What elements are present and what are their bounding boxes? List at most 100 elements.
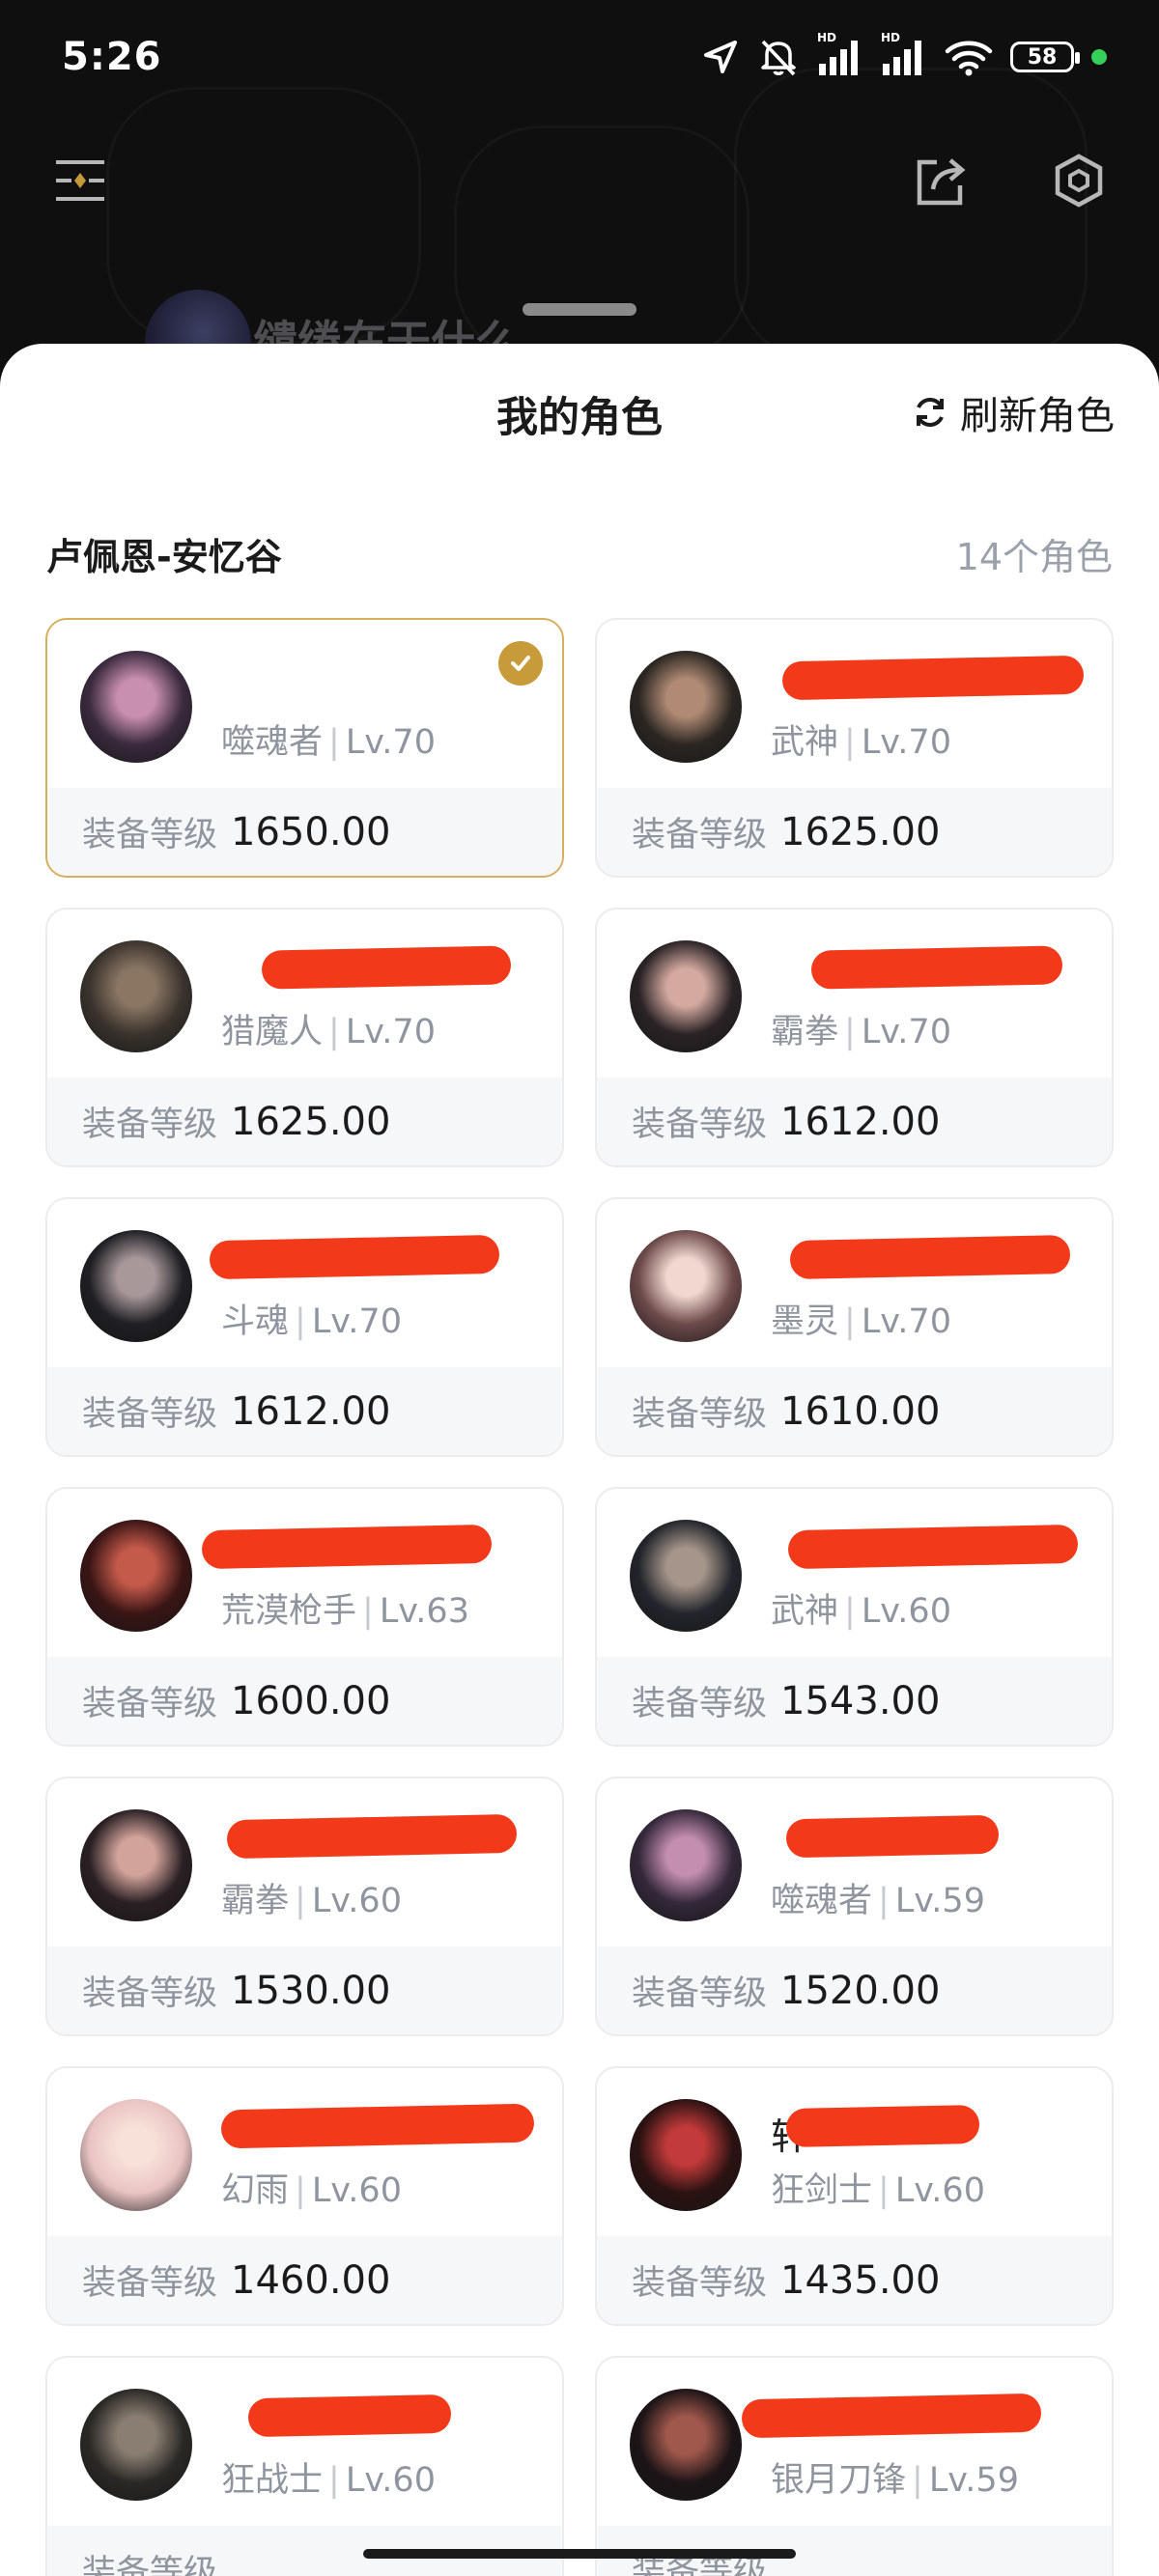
character-card[interactable]: 荒漠枪手 | Lv.63 装备等级 1600.00 (45, 1487, 564, 1747)
gear-score-row: 装备等级 1612.00 (47, 1367, 562, 1455)
character-info: 幻雨 | Lv.60 (47, 2068, 562, 2240)
gear-score-label: 装备等级 (82, 2264, 218, 2303)
character-class-level: 猎魔人 | Lv.70 (221, 1004, 436, 1053)
gear-score-label: 装备等级 (632, 2264, 768, 2303)
character-class: 幻雨 (221, 2171, 290, 2210)
character-info: 斗魂 | Lv.70 (47, 1199, 562, 1371)
gear-score-label: 装备等级 (632, 816, 768, 854)
character-class: 斗魂 (221, 1302, 290, 1341)
separator: | (878, 2171, 890, 2210)
share-icon[interactable] (914, 153, 970, 209)
character-class-level: 荒漠枪手 | Lv.63 (221, 1583, 469, 1633)
character-avatar (630, 1809, 742, 1921)
character-card[interactable]: 武神 | Lv.70 装备等级 1625.00 (595, 618, 1114, 878)
character-class-level: 斗魂 | Lv.70 (221, 1294, 402, 1343)
separator: | (912, 2461, 923, 2500)
separator: | (844, 1592, 856, 1631)
refresh-label: 刷新角色 (960, 394, 1115, 438)
character-level: Lv.59 (894, 1882, 985, 1920)
character-info: 猎魔人 | Lv.70 (47, 910, 562, 1081)
name-redaction-mark (261, 945, 512, 990)
character-avatar (630, 1230, 742, 1342)
character-class-level: 狂剑士 | Lv.60 (771, 2163, 985, 2212)
gear-score-label: 装备等级 (82, 1106, 218, 1144)
character-card[interactable]: 噬魂者 | Lv.59 装备等级 1520.00 (595, 1777, 1114, 2036)
character-level: Lv.70 (861, 1302, 951, 1341)
server-name: 卢佩恩-安忆谷 (46, 536, 282, 578)
refresh-icon (917, 398, 944, 427)
name-redaction-mark (785, 2104, 980, 2148)
separator: | (844, 1302, 856, 1341)
character-card[interactable]: 武神 | Lv.60 装备等级 1543.00 (595, 1487, 1114, 1747)
character-card[interactable]: 猎魔人 | Lv.70 装备等级 1625.00 (45, 908, 564, 1167)
character-card[interactable]: 幻雨 | Lv.60 装备等级 1460.00 (45, 2066, 564, 2326)
gear-score-row: 装备等级 1520.00 (597, 1946, 1112, 2034)
gear-score-row: 装备等级 1612.00 (597, 1078, 1112, 1165)
status-time: 5:26 (62, 35, 162, 79)
character-card[interactable]: 墨灵 | Lv.70 装备等级 1610.00 (595, 1197, 1114, 1457)
character-level: Lv.70 (861, 723, 951, 762)
character-card[interactable]: 霸拳 | Lv.60 装备等级 1530.00 (45, 1777, 564, 2036)
gear-score-value: 1530.00 (231, 1968, 391, 2013)
hexagon-settings-icon[interactable] (1051, 153, 1107, 209)
character-level: Lv.60 (311, 1882, 402, 1920)
character-class: 猎魔人 (221, 1013, 324, 1051)
character-info: 荒漠枪手 | Lv.63 (47, 1489, 562, 1661)
character-level: Lv.60 (345, 2461, 436, 2500)
gear-score-label: 装备等级 (632, 1974, 768, 2013)
character-avatar (80, 651, 192, 763)
character-class-level: 武神 | Lv.60 (771, 1583, 951, 1633)
gear-score-value: 1612.00 (231, 1388, 391, 1434)
character-class-level: 噬魂者 | Lv.70 (221, 714, 436, 764)
gear-score-value: 1610.00 (780, 1388, 941, 1434)
name-redaction-mark (741, 2393, 1042, 2439)
gear-score-label: 装备等级 (82, 1974, 218, 2013)
gear-score-value: 1600.00 (231, 1678, 391, 1723)
separator: | (878, 1882, 890, 1920)
character-class-level: 银月刀锋 | Lv.59 (771, 2452, 1019, 2502)
sheet-drag-handle[interactable] (523, 303, 636, 316)
refresh-characters-button[interactable]: 刷新角色 (912, 384, 1115, 440)
character-class: 墨灵 (771, 1302, 839, 1341)
gear-score-value: 1435.00 (780, 2257, 941, 2303)
character-avatar (80, 1809, 192, 1921)
character-class: 噬魂者 (221, 723, 324, 762)
gear-score-row: 装备等级 1625.00 (597, 788, 1112, 876)
gear-score-label: 装备等级 (632, 1685, 768, 1723)
character-info: 噬魂者 | Lv.70 (47, 620, 562, 792)
privacy-indicator-dot (1091, 49, 1107, 65)
name-redaction-mark (226, 1813, 518, 1860)
status-icons: HD HD 58 (701, 31, 1107, 81)
character-avatar (80, 940, 192, 1052)
character-info: 狂战士 | Lv.60 (47, 2358, 562, 2530)
character-class-level: 霸拳 | Lv.70 (771, 1004, 951, 1053)
gear-score-row: 装备等级 1460.00 (47, 2236, 562, 2324)
gear-score-value: 1625.00 (231, 1099, 391, 1144)
character-card[interactable]: 斗魂 | Lv.70 装备等级 1612.00 (45, 1197, 564, 1457)
menu-icon[interactable] (54, 158, 106, 203)
character-card[interactable]: 轩狂剑士|Lv.60 装备等级 1435.00 (595, 2066, 1114, 2326)
name-redaction-mark (220, 2103, 535, 2149)
character-card[interactable]: 银月刀锋 | Lv.59 装备等级 (595, 2356, 1114, 2576)
character-class-level: 霸拳 | Lv.60 (221, 1873, 402, 1922)
gear-score-row: 装备等级 1600.00 (47, 1657, 562, 1745)
gear-score-value: 1460.00 (231, 2257, 391, 2303)
character-card[interactable]: 霸拳 | Lv.70 装备等级 1612.00 (595, 908, 1114, 1167)
character-level: Lv.70 (311, 1302, 402, 1341)
separator: | (295, 2171, 306, 2210)
character-level: Lv.59 (928, 2461, 1019, 2500)
signal-icon: HD (817, 31, 863, 77)
gear-score-row: 装备等级 1610.00 (597, 1367, 1112, 1455)
selected-check-icon (498, 641, 543, 686)
gear-score-value: 1520.00 (780, 1968, 941, 2013)
name-redaction-mark (785, 1814, 1000, 1859)
character-info: 银月刀锋 | Lv.59 (597, 2358, 1112, 2530)
gear-score-label: 装备等级 (82, 1395, 218, 1434)
character-level: Lv.70 (345, 1013, 436, 1051)
character-card[interactable]: 狂战士 | Lv.60 装备等级 (45, 2356, 564, 2576)
status-bar: 5:26 HD HD 58 (0, 0, 1159, 116)
gear-score-row: 装备等级 1435.00 (597, 2236, 1112, 2324)
name-redaction-mark (781, 655, 1085, 701)
my-characters-sheet: 我的角色 刷新角色 卢佩恩-安忆谷 14个角色 噬魂者 | Lv.70 装备等级 165… (0, 344, 1159, 2576)
character-card[interactable]: 噬魂者 | Lv.70 装备等级 1650.00 (45, 618, 564, 878)
